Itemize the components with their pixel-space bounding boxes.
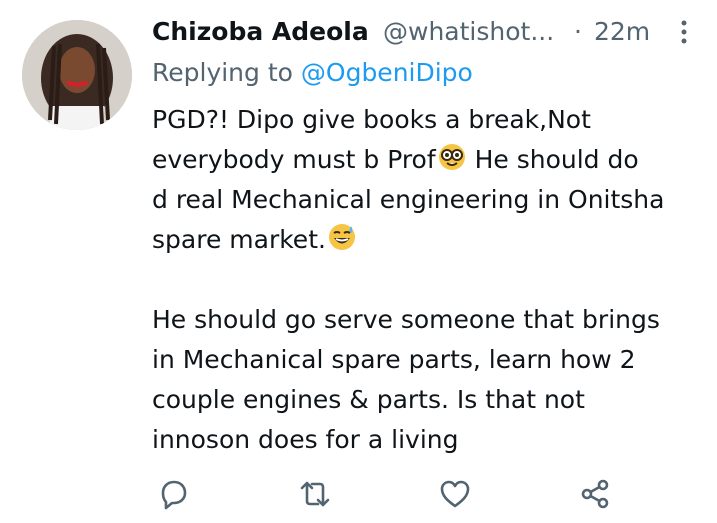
grinning-sweat-emoji [327,222,357,252]
replying-to-label: Replying to [152,58,301,87]
author-handle[interactable]: @whatishot... [383,14,554,50]
timestamp[interactable]: 22m [594,14,650,50]
share-icon[interactable] [575,474,615,514]
tweet-header: Chizoba Adeola @whatishot... · 22m [152,14,697,50]
text-segment: spare market. [152,225,326,254]
like-icon[interactable] [435,474,475,514]
text-line: innoson does for a living [152,425,459,454]
tweet-text: PGD?! Dipo give books a break,Not everyb… [152,100,702,460]
mention-link[interactable]: @OgbeniDipo [301,58,473,87]
text-line: in Mechanical spare parts, learn how 2 [152,345,636,374]
avatar[interactable] [22,20,132,130]
author-name[interactable]: Chizoba Adeola [152,14,369,50]
text-line: couple engines & parts. Is that not [152,385,585,414]
replying-to: Replying to @OgbeniDipo [152,55,473,91]
reply-icon[interactable] [154,474,194,514]
text-line: everybody must b Prof He should do [152,140,702,180]
text-line: spare market. [152,220,702,260]
action-bar [152,474,622,514]
retweet-icon[interactable] [295,474,335,514]
text-line: d real Mechanical engineering in Onitsha [152,185,665,214]
text-segment: He should do [466,145,639,174]
separator-dot: · [574,17,582,46]
avatar-photo [22,20,132,130]
text-line: He should go serve someone that brings [152,305,660,334]
more-options-icon[interactable] [671,14,697,50]
text-line: PGD?! Dipo give books a break,Not [152,105,591,134]
text-segment: everybody must b Prof [152,145,436,174]
nerd-face-emoji [437,142,467,172]
